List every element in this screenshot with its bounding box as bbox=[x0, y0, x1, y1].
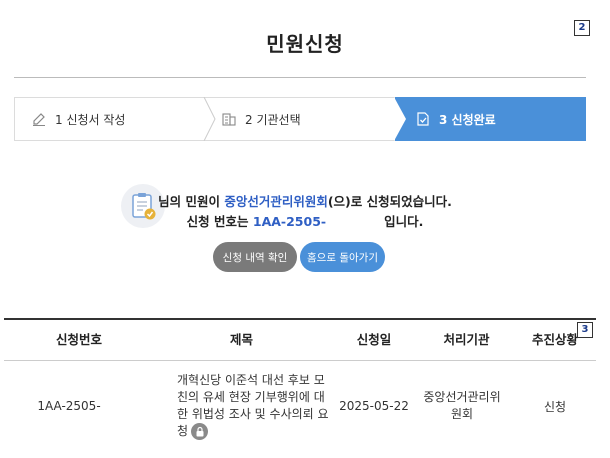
title-divider bbox=[14, 77, 586, 78]
number-label: 신청 번호는 bbox=[186, 214, 253, 229]
step-1: 1 신청서 작성 bbox=[31, 98, 125, 140]
cell-number: 1AA-2505- bbox=[37, 399, 101, 413]
step-2: 2 기관선택 bbox=[221, 98, 301, 140]
section-number-badge: 2 bbox=[574, 20, 590, 36]
cell-date: 2025-05-22 bbox=[339, 399, 409, 413]
cell-status: 신청 bbox=[543, 399, 567, 414]
message-prefix: 님의 민원이 bbox=[158, 194, 225, 209]
completion-message: 님의 민원이 중앙선거관리위원회(으)로 신청되었습니다. bbox=[0, 191, 610, 210]
cell-agency: 중앙선거관리위원회 bbox=[423, 390, 501, 421]
step-2-label: 2 기관선택 bbox=[245, 112, 301, 127]
title-line: 개혁신당 이준석 대선 후보 모 bbox=[177, 373, 325, 387]
table-header: 신청번호 제목 신청일 처리기관 추진상황 3 bbox=[4, 318, 596, 361]
step-3: 3 신청완료 bbox=[415, 98, 496, 140]
cell-title[interactable]: 개혁신당 이준석 대선 후보 모 친의 유세 현장 기부행위에 대 한 위법성 … bbox=[177, 361, 337, 451]
header-number: 신청번호 bbox=[55, 332, 102, 347]
title-line: 청 bbox=[177, 424, 189, 438]
application-table: 신청번호 제목 신청일 처리기관 추진상황 3 1AA-2505- 개혁신당 이… bbox=[4, 318, 596, 451]
page-title: 민원신청 bbox=[266, 32, 344, 56]
document-check-icon bbox=[415, 111, 431, 127]
lock-icon bbox=[191, 423, 209, 440]
section-number-badge: 3 bbox=[577, 322, 593, 338]
go-home-button[interactable]: 홈으로 돌아가기 bbox=[300, 242, 385, 272]
title-line: 친의 유세 현장 기부행위에 대 bbox=[177, 390, 325, 404]
step-indicator: 1 신청서 작성 2 기관선택 3 신청완료 bbox=[14, 97, 586, 141]
step-separator-1 bbox=[203, 97, 216, 141]
building-icon bbox=[221, 111, 237, 127]
table-row[interactable]: 1AA-2505- 개혁신당 이준석 대선 후보 모 친의 유세 현장 기부행위… bbox=[4, 361, 596, 451]
title-line: 한 위법성 조사 및 수사의뢰 요 bbox=[177, 407, 329, 421]
message-suffix: (으)로 신청되었습니다. bbox=[327, 194, 452, 209]
pencil-icon bbox=[31, 111, 47, 127]
header-title: 제목 bbox=[229, 332, 253, 347]
number-suffix: 입니다. bbox=[384, 214, 424, 229]
application-number-message: 신청 번호는 1AA-2505- 입니다. bbox=[0, 211, 610, 230]
agency-name: 중앙선거관리위원회 bbox=[224, 194, 328, 209]
step-3-label: 3 신청완료 bbox=[439, 112, 496, 127]
application-number: 1AA-2505- bbox=[252, 214, 327, 229]
header-date: 신청일 bbox=[356, 332, 392, 347]
view-history-button[interactable]: 신청 내역 확인 bbox=[213, 242, 297, 272]
step-1-label: 1 신청서 작성 bbox=[55, 112, 126, 127]
step-3-active: 3 신청완료 bbox=[394, 97, 586, 141]
step-separator-2 bbox=[394, 97, 406, 141]
header-agency: 처리기관 bbox=[443, 332, 490, 347]
